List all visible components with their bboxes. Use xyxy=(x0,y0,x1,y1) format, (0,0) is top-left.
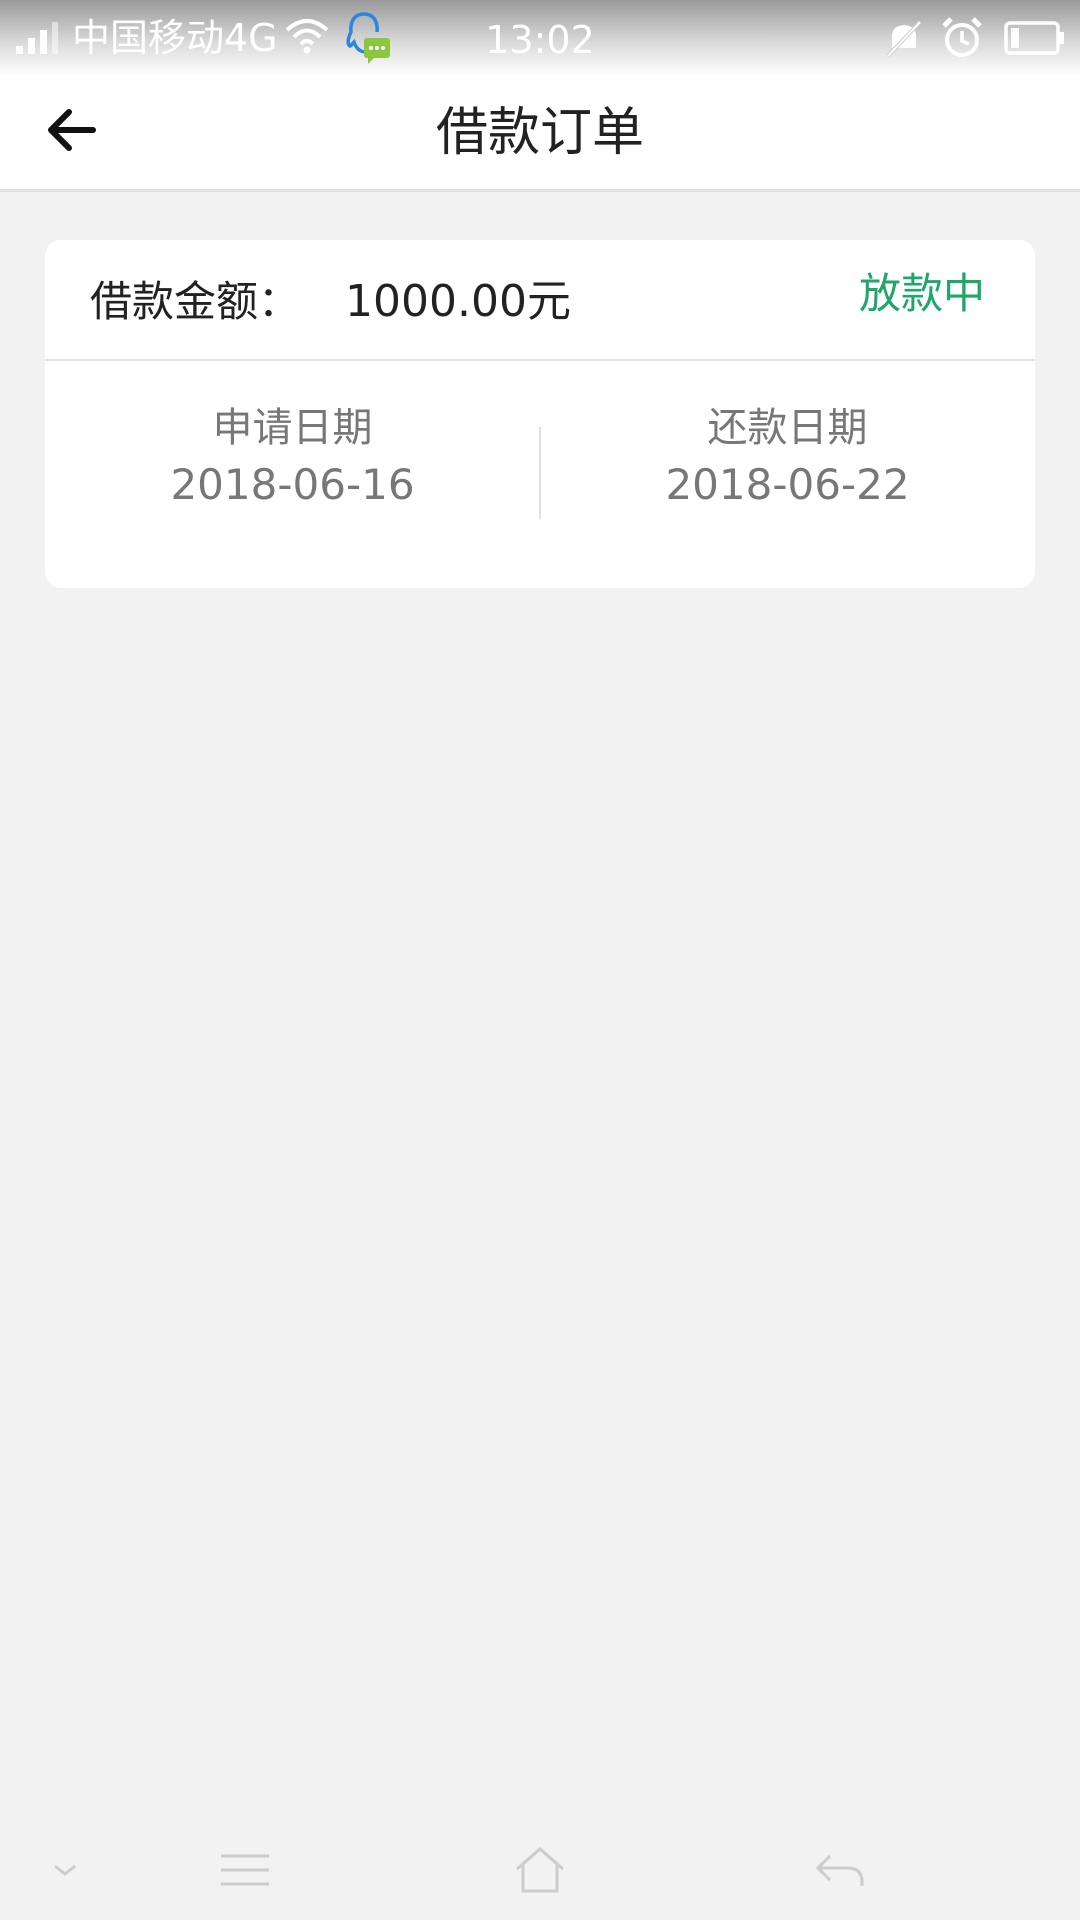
chevron-down-icon xyxy=(54,1864,76,1876)
system-nav-bar xyxy=(0,1820,1080,1920)
repay-date-label: 还款日期 xyxy=(707,405,868,451)
order-dates: 申请日期 2018-06-16 还款日期 2018-06-22 xyxy=(45,361,1035,588)
page-title: 借款订单 xyxy=(435,103,644,163)
menu-icon xyxy=(221,1854,269,1886)
amount-value: 1000.00元 xyxy=(345,276,571,327)
menu-button[interactable] xyxy=(200,1820,290,1920)
back-icon xyxy=(815,1854,864,1886)
amount-label: 借款金额： xyxy=(90,277,301,326)
status-bar: 中国移动4G 13:02 xyxy=(0,0,1080,76)
home-icon xyxy=(516,1847,564,1893)
app-header: 借款订单 xyxy=(0,76,1080,192)
order-summary-row: 借款金额： 1000.00元 放款中 xyxy=(45,240,1035,361)
system-back-button[interactable] xyxy=(795,1820,885,1920)
apply-date-label: 申请日期 xyxy=(212,405,373,451)
home-button[interactable] xyxy=(495,1820,585,1920)
mute-icon xyxy=(886,20,922,58)
repay-date-value: 2018-06-22 xyxy=(665,460,910,509)
apply-date-value: 2018-06-16 xyxy=(170,460,415,509)
apply-date-column: 申请日期 2018-06-16 xyxy=(45,361,540,588)
status-badge: 放款中 xyxy=(858,269,985,318)
hide-nav-button[interactable] xyxy=(40,1820,90,1920)
repay-date-column: 还款日期 2018-06-22 xyxy=(540,361,1035,588)
alarm-icon xyxy=(942,17,982,57)
loan-order-card[interactable]: 借款金额： 1000.00元 放款中 申请日期 2018-06-16 还款日期 … xyxy=(45,240,1035,588)
battery-icon xyxy=(1004,21,1064,55)
